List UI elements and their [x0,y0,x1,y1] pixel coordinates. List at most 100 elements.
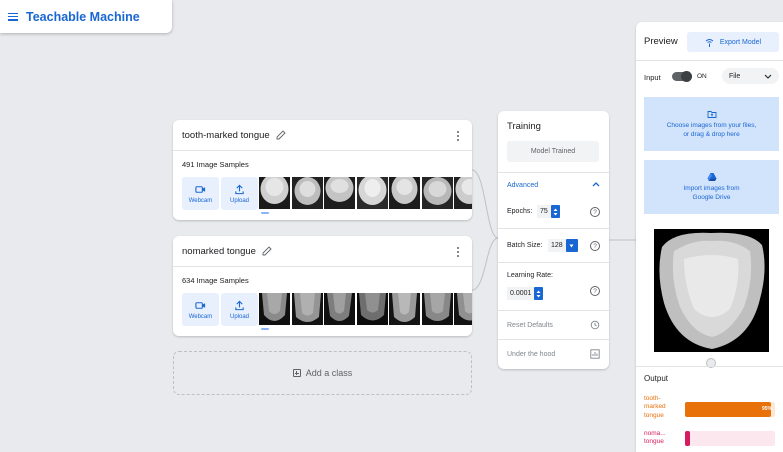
app-title[interactable]: Teachable Machine [26,10,140,24]
export-model-button[interactable]: Export Model [687,32,779,52]
file-drop-zone[interactable]: Choose images from your files, or drag &… [644,97,779,151]
upload-icon [235,184,244,194]
epochs-value[interactable]: 75 [537,205,551,218]
thumbnail-scroll-indicator[interactable] [261,212,269,214]
output-confidence-bar: 95% [685,402,775,417]
chevron-down-icon [764,74,772,79]
drop-zone-line-2: or drag & drop here [683,130,740,138]
divider [498,339,609,340]
sample-thumbnail[interactable] [259,293,290,325]
batch-size-select[interactable]: 128 [548,239,578,252]
upload-icon [235,300,244,310]
learning-rate-value[interactable]: 0.0001 [507,287,535,300]
divider [498,172,609,173]
samples-count: 634 Image Samples [182,276,249,285]
output-confidence-fill [685,402,771,417]
google-drive-icon [707,172,716,181]
sample-thumbnail[interactable] [454,177,472,209]
caret-down-icon [569,244,574,247]
training-title: Training [507,121,541,132]
reset-defaults-button[interactable]: Reset Defaults [507,322,553,329]
more-options-icon[interactable] [457,247,460,257]
sample-thumbnail[interactable] [291,293,323,325]
sample-thumbnail[interactable] [259,177,290,209]
help-icon[interactable]: ? [590,286,600,296]
webcam-label: Webcam [188,313,213,320]
input-toggle[interactable] [672,71,692,82]
upload-label: Upload [229,313,249,320]
menu-icon[interactable] [8,12,18,21]
advanced-toggle[interactable]: Advanced [507,182,538,189]
export-model-label: Export Model [719,38,762,46]
chevron-up-icon[interactable] [592,181,600,187]
epochs-label: Epochs: [507,208,533,215]
drive-line-1: Import images from [683,184,740,192]
thumbnail-scroll-indicator[interactable] [261,328,269,330]
learning-rate-stepper[interactable] [534,287,544,300]
sample-thumbnail[interactable] [389,293,420,325]
sample-thumbnail[interactable] [389,177,420,209]
sample-thumbnails [259,177,472,209]
divider [636,366,783,367]
epochs-stepper[interactable] [550,205,560,218]
class-card: tooth-marked tongue 491 Image Samples We… [173,120,472,220]
input-source-value: File [729,72,741,80]
input-label: Input [644,73,661,82]
batch-size-dropdown[interactable] [565,239,578,252]
train-model-button[interactable]: Model Trained [507,141,599,162]
learning-rate-input[interactable]: 0.0001 [507,287,544,300]
under-the-hood-button[interactable]: Under the hood [507,351,555,358]
output-class-label: tooth- marked tongue [644,395,666,419]
divider [498,262,609,263]
add-class-button[interactable]: Add a class [173,351,472,395]
sample-thumbnails [259,293,472,325]
folder-upload-icon [707,110,716,118]
divider [498,228,609,229]
samples-count: 491 Image Samples [182,160,249,169]
learning-rate-label: Learning Rate: [507,272,553,279]
webcam-button[interactable]: Webcam [182,177,219,210]
upload-button[interactable]: Upload [221,177,258,210]
preview-image [654,229,769,352]
more-options-icon[interactable] [457,131,460,141]
app-bar: Teachable Machine [0,0,172,33]
upload-button[interactable]: Upload [221,293,258,326]
input-source-select[interactable]: File [722,68,779,84]
history-icon[interactable] [590,320,600,330]
sample-thumbnail[interactable] [324,293,355,325]
sample-thumbnail[interactable] [356,293,388,325]
class-name[interactable]: nomarked tongue [182,246,256,257]
google-drive-import[interactable]: Import images from Google Drive [644,160,779,214]
sample-thumbnail[interactable] [324,177,355,209]
sample-thumbnail[interactable] [291,177,323,209]
preview-title: Preview [644,36,678,47]
help-icon[interactable]: ? [590,207,600,217]
sample-thumbnail[interactable] [356,177,388,209]
batch-size-label: Batch Size: [507,242,543,249]
output-class-label: noma... tongue [644,430,666,446]
class-name[interactable]: tooth-marked tongue [182,130,270,141]
pencil-icon[interactable] [276,130,286,140]
help-icon[interactable]: ? [590,241,600,251]
batch-size-value[interactable]: 128 [548,239,566,252]
preview-panel: Preview Export Model Input ON File Choos… [636,22,783,452]
webcam-label: Webcam [188,197,213,204]
drive-line-2: Google Drive [692,193,731,201]
webcam-button[interactable]: Webcam [182,293,219,326]
add-class-label: Add a class [305,368,353,378]
stepper-arrows-icon [536,290,541,297]
chart-icon[interactable] [590,349,600,359]
class-card: nomarked tongue 634 Image Samples Webcam… [173,236,472,336]
sample-thumbnail[interactable] [421,177,453,209]
pencil-icon[interactable] [262,246,272,256]
output-percent: 95% [761,406,772,412]
divider [636,60,783,61]
sample-thumbnail[interactable] [454,293,472,325]
class-header: tooth-marked tongue [173,120,472,151]
webcam-icon [195,301,206,309]
output-title: Output [644,374,669,383]
epochs-input[interactable]: 75 [537,205,560,218]
stepper-arrows-icon [553,208,558,215]
sample-thumbnail[interactable] [421,293,453,325]
add-box-icon [292,369,301,377]
